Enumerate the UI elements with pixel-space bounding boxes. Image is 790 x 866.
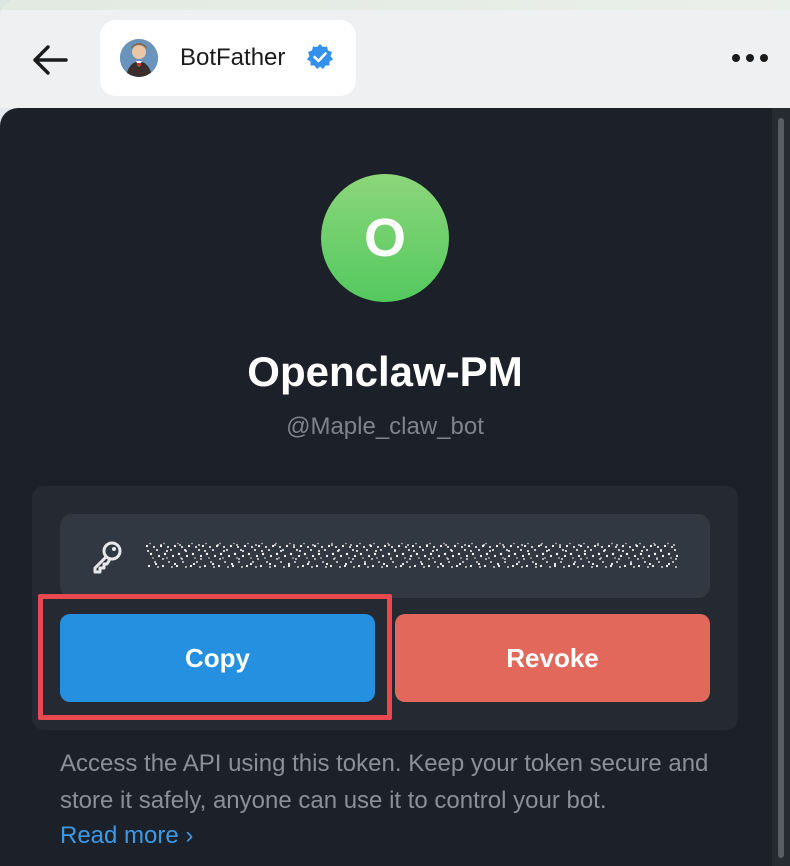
copy-button[interactable]: Copy [60,614,375,702]
bot-username: @Maple_claw_bot [286,413,484,440]
bot-avatar: O [321,174,449,302]
arrow-left-icon [33,45,68,75]
back-button[interactable] [26,36,74,84]
key-icon [93,541,122,574]
token-field[interactable] [60,514,710,598]
revoke-button[interactable]: Revoke [395,614,710,702]
token-info-text: Access the API using this token. Keep yo… [60,750,709,814]
verified-badge-icon [307,44,333,69]
more-horizontal-icon [732,54,740,62]
masked-token [146,542,678,570]
bot-avatar-letter: O [363,208,406,268]
chat-header: BotFather [0,0,790,108]
scrollbar-thumb[interactable] [778,118,784,858]
read-more-link[interactable]: Read more › [60,818,193,854]
more-options-button[interactable] [724,44,776,72]
chat-name: BotFather [180,44,286,71]
botfather-avatar [120,39,158,77]
bot-name: Openclaw-PM [247,348,523,395]
